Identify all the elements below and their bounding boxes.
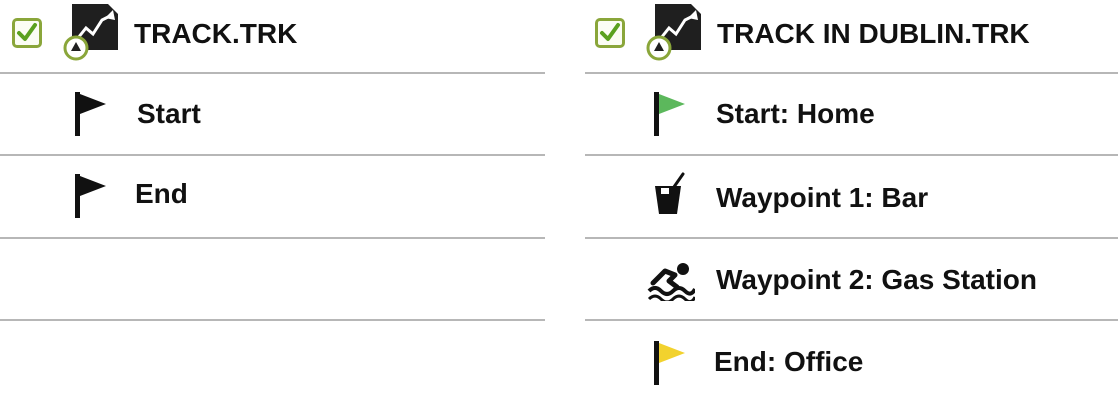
right-track-panel: TRACK IN DUBLIN.TRK Start: Home Waypoint… [585,0,1118,399]
track-name: TRACK.TRK [134,18,298,49]
waypoint-label: Waypoint 1: Bar [716,182,929,213]
swimmer-icon [647,263,695,301]
waypoint-row[interactable]: Waypoint 1: Bar [585,156,1118,238]
flag-icon [75,174,106,218]
waypoint-row[interactable]: Start: Home [585,74,1118,156]
flag-icon [654,92,685,136]
checkmark-icon [600,23,620,41]
track-checkbox[interactable] [595,18,625,48]
flag-icon [75,92,106,136]
checkmark-icon [17,23,37,41]
waypoint-row[interactable]: Start [0,74,545,156]
waypoint-row[interactable]: Waypoint 2: Gas Station [585,239,1118,321]
empty-row [0,239,545,321]
waypoint-row[interactable]: End [0,156,545,238]
flag-icon [654,341,685,385]
track-row[interactable]: TRACK.TRK [0,0,545,82]
waypoint-label: Start: Home [716,98,875,129]
track-file-icon [646,4,701,61]
waypoint-label: Start [137,98,201,129]
waypoint-label: Waypoint 2: Gas Station [716,264,1037,295]
track-row[interactable]: TRACK IN DUBLIN.TRK [585,0,1118,82]
left-track-panel: TRACK.TRK Start End [0,0,545,399]
waypoint-row[interactable]: End: Office [585,321,1118,403]
waypoint-label: End: Office [714,346,864,377]
waypoint-label: End [135,178,188,209]
track-checkbox[interactable] [12,18,42,48]
divider [0,319,545,321]
cocktail-icon [655,172,685,214]
track-name: TRACK IN DUBLIN.TRK [717,18,1030,49]
track-file-icon [63,4,118,61]
